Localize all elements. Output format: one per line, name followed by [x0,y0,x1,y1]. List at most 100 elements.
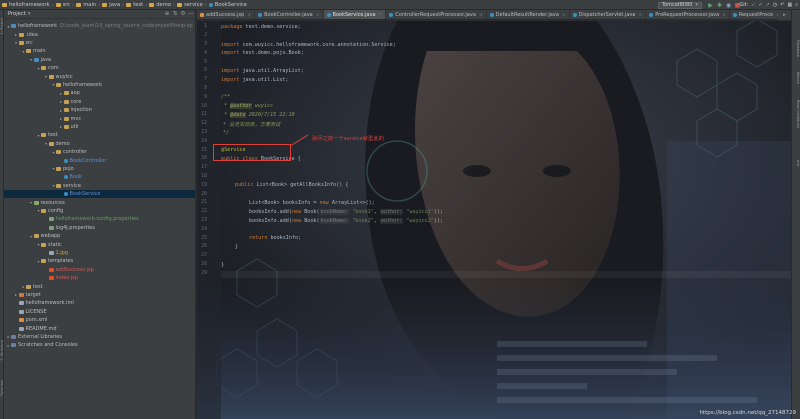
tree-item[interactable]: ▾ com [4,64,195,72]
breadcrumb-item[interactable]: src › [55,2,77,8]
collapse-all-icon[interactable]: ⇅ [171,11,179,17]
tree-item[interactable]: ▸ External Libraries [4,333,195,341]
git-commit-icon[interactable]: ✔ [758,2,762,8]
chevron-down-icon[interactable]: ▾ [29,234,34,239]
tree-item[interactable]: ▸ target [4,291,195,299]
tree-item[interactable]: ▸ test [4,282,195,290]
project-structure-icon[interactable]: ▦ [787,2,792,8]
chevron-down-icon[interactable]: ▾ [44,141,49,146]
tree-item[interactable]: Book [4,173,195,181]
breadcrumb-item[interactable]: test › [126,2,149,8]
tab-overflow-icon[interactable]: ▸ [778,10,791,20]
tree-item[interactable]: ▸ .idea [4,30,195,38]
close-icon[interactable]: × [562,13,566,18]
chevron-down-icon[interactable]: ▾ [29,200,34,205]
tree-item[interactable]: ▾ static [4,240,195,248]
chevron-down-icon[interactable]: ▾ [28,11,31,17]
tree-item[interactable]: ▾ demo [4,140,195,148]
tree-item[interactable]: helloframework-config.properties [4,215,195,223]
tree-item[interactable]: ▾ service [4,182,195,190]
tree-item[interactable]: ▾ helloframework [4,81,195,89]
tree-item[interactable]: ▾ config [4,207,195,215]
locate-icon[interactable]: ⊕ [163,11,171,17]
tree-item[interactable]: README.md [4,324,195,332]
tree-item[interactable]: index.jsp [4,274,195,282]
tool-tab-maven[interactable]: Maven [793,72,800,84]
tree-item[interactable]: BookController [4,156,195,164]
editor-tab[interactable]: addSuccess.jsp × [197,10,256,19]
run-icon[interactable]: ▶ [707,2,714,9]
gear-icon[interactable]: ⚙ [179,11,187,17]
tree-item[interactable]: log4j.properties [4,224,195,232]
run-configuration-select[interactable]: Tomcat8080 ▾ [657,1,702,9]
tree-item[interactable]: ▾ helloframework D:\code_learn\10_spring_s… [4,22,195,30]
code-text: wuyicc [251,103,274,110]
close-icon[interactable]: × [638,13,642,18]
tool-tab-bean-validation[interactable]: Bean Validation [793,100,800,128]
editor-tab[interactable]: PreRequestProcessor.java × [646,10,730,19]
editor-tab[interactable]: RequestProce× [730,10,784,19]
editor-tab[interactable]: BookService.java × [323,10,387,19]
editor-tab[interactable]: BookController.java × [255,10,324,19]
tree-item[interactable]: ▸ aop [4,89,195,97]
line-number: 6 [204,68,207,74]
close-icon[interactable]: × [722,13,726,18]
chevron-right-icon[interactable]: ▸ [14,292,19,297]
close-icon[interactable]: × [316,13,320,18]
breadcrumb-item[interactable]: main › [76,2,102,8]
revert-icon[interactable]: ↶ [780,2,784,8]
chevron-right-icon[interactable]: ▸ [14,32,19,37]
tree-item[interactable]: ▾ controller [4,148,195,156]
git-update-icon[interactable]: ↙ [751,2,755,8]
tree-item[interactable]: 1.jpg [4,249,195,257]
chevron-down-icon[interactable]: ▾ [29,57,34,62]
tree-item[interactable]: ▾ main [4,47,195,55]
chevron-right-icon[interactable]: ▸ [59,116,64,121]
tool-tab-ant[interactable]: Ant [793,160,800,166]
tree-item[interactable]: ▸ mvc [4,114,195,122]
editor-tab[interactable]: DispatcherServlet.java × [570,10,647,19]
chevron-right-icon[interactable]: ▸ [59,99,64,104]
chevron-down-icon[interactable]: ▾ [44,74,49,79]
tree-item[interactable]: ▾ test [4,131,195,139]
tree-item[interactable]: ▸ Scratches and Consoles [4,341,195,349]
editor-tab[interactable]: DefaultResultRender.java × [487,10,570,19]
tool-tab-database[interactable]: Database [793,40,800,57]
tree-item[interactable]: BookService [4,190,195,199]
search-everywhere-icon[interactable]: ⌕ [795,2,798,8]
hide-icon[interactable]: — [187,11,195,17]
tree-item[interactable]: ▾ resources [4,198,195,206]
breadcrumb-item[interactable]: java › [102,2,126,8]
chevron-right-icon[interactable]: ▸ [59,124,64,129]
tree-item[interactable]: addSuccess.jsp [4,266,195,274]
tree-item[interactable]: ▸ injection [4,106,195,114]
tree-item[interactable]: ▾ wuyicc [4,72,195,80]
code-editor[interactable]: 1 2 3 4 5 6 7 8 9 10 11 12 13 14 15 16 17 18 19 20 21 22 23 24 2… [197,21,791,419]
panel-title[interactable]: Project [8,11,26,17]
breadcrumb-item[interactable]: helloframework › [2,2,56,8]
chevron-right-icon[interactable]: ▸ [59,91,64,96]
tree-item[interactable]: ▾ src [4,39,195,47]
breadcrumb-item[interactable]: service › [177,2,209,8]
tree-item[interactable]: ▾ webapp [4,232,195,240]
debug-icon[interactable]: ✱ [716,2,723,9]
tree-item[interactable]: ▾ java [4,56,195,64]
git-history-icon[interactable]: ◷ [773,2,777,8]
breadcrumb-item[interactable]: BookService [208,2,247,8]
tree-item[interactable]: ▸ core [4,98,195,106]
coverage-icon[interactable]: ◉ [725,2,732,9]
tree-item[interactable]: ▾ templates [4,257,195,265]
tree-item[interactable]: ▾ pojo [4,165,195,173]
tree-item[interactable]: LICENSE [4,308,195,316]
close-icon[interactable]: × [247,13,251,18]
chevron-right-icon[interactable]: ▸ [59,108,64,113]
close-icon[interactable]: × [379,12,383,17]
breadcrumb-item[interactable]: demo › [149,2,177,8]
tree-item[interactable]: pom.xml [4,316,195,324]
close-icon[interactable]: × [479,13,483,18]
tree-item[interactable]: helloframework.iml [4,299,195,307]
editor-tab[interactable]: ControllerRequestProcessor.java × [386,10,487,19]
git-push-icon[interactable]: ↗ [766,2,770,8]
tree-item[interactable]: ▸ util [4,123,195,131]
chevron-down-icon[interactable]: ▾ [14,40,19,45]
